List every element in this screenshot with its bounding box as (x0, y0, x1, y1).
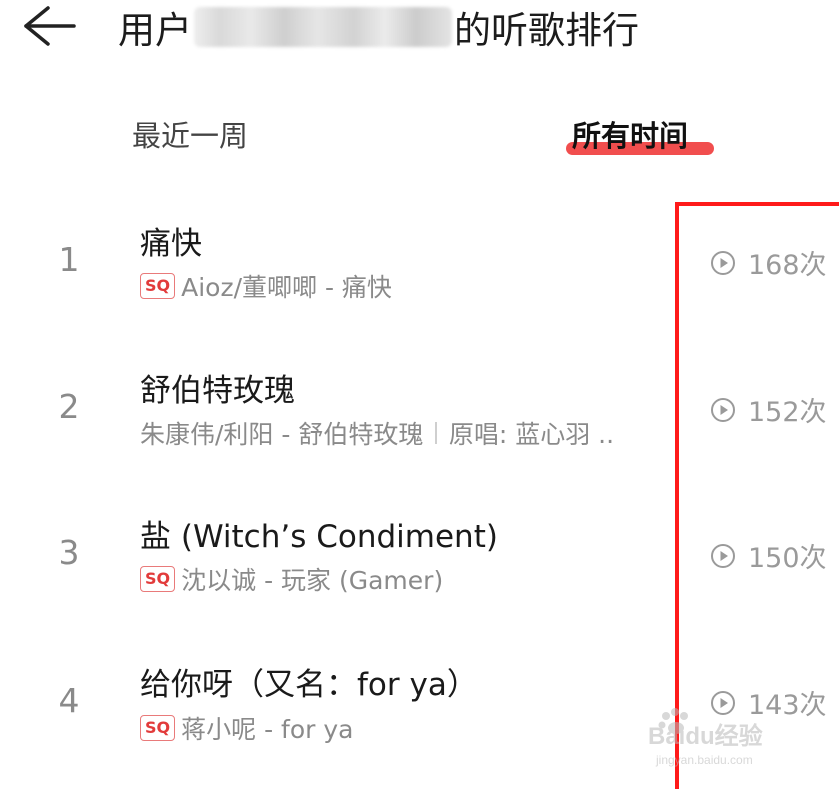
listening-ranking-page: 用户 的听歌排行 最近一周 所有时间 1 痛快 SQ Aioz/董唧唧 - 痛快… (0, 0, 839, 789)
song-subline: SQ Aioz/董唧唧 - 痛快 (140, 268, 392, 304)
blurred-username (194, 7, 452, 47)
tab-all-time-label: 所有时间 (572, 119, 689, 153)
highlight-annotation-box (675, 202, 839, 789)
song-title: 痛快 (140, 226, 202, 262)
sq-quality-badge: SQ (140, 273, 176, 299)
tab-recent-week-label: 最近一周 (132, 119, 249, 153)
song-artist-album: Aioz/董唧唧 - 痛快 (181, 273, 392, 302)
tab-recent-week[interactable]: 最近一周 (132, 112, 248, 160)
song-title: 盐 (Witch’s Condiment) (140, 519, 498, 555)
sq-quality-badge: SQ (140, 566, 176, 592)
subline-divider (435, 422, 437, 444)
song-artist-album: 蒋小呢 - for ya (181, 715, 354, 744)
back-arrow-icon[interactable] (18, 4, 78, 48)
tab-all-time[interactable]: 所有时间 (572, 112, 688, 160)
song-subline: 朱康伟/利阳 - 舒伯特玫瑰 原唱: 蓝心羽 .. (140, 415, 614, 451)
song-rank: 2 (58, 387, 80, 426)
song-artist-album: 朱康伟/利阳 - 舒伯特玫瑰 (140, 420, 424, 449)
song-rank: 1 (58, 240, 80, 279)
song-title: 舒伯特玫瑰 (140, 373, 295, 409)
song-artist-album: 沈以诚 - 玩家 (Gamer) (181, 566, 444, 595)
page-title: 用户 的听歌排行 (118, 2, 639, 52)
watermark-text: Baidu经验 (648, 722, 763, 750)
song-subline: SQ 沈以诚 - 玩家 (Gamer) (140, 561, 443, 597)
sq-quality-badge: SQ (140, 715, 176, 741)
title-prefix: 用户 (118, 9, 192, 52)
song-rank: 3 (58, 533, 80, 572)
watermark-url: jingyan.baidu.com (655, 753, 753, 767)
original-singer: 原唱: 蓝心羽 .. (448, 420, 615, 449)
song-rank: 4 (58, 681, 80, 720)
song-subline: SQ 蒋小呢 - for ya (140, 710, 353, 746)
title-suffix: 的听歌排行 (454, 9, 639, 52)
song-title: 给你呀（又名：for ya） (140, 667, 478, 703)
baidu-jingyan-watermark-logo: Baidu经验 jingyan.baidu.com (648, 708, 763, 767)
